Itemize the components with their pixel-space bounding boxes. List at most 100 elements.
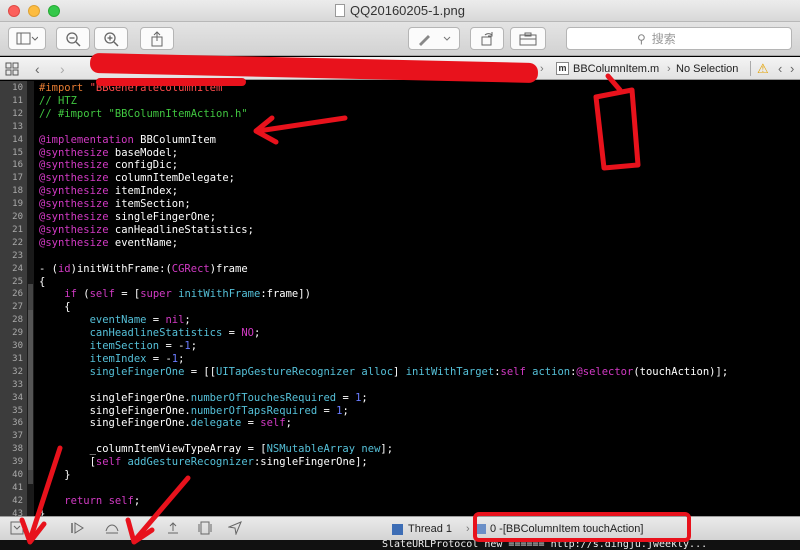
code-line[interactable]: 29 canHeadlineStatistics = NO;	[0, 327, 800, 340]
code-token: @selector	[576, 365, 634, 378]
line-number: 11	[12, 95, 23, 106]
code-line[interactable]: 12 // #import "BBColumnItemAction.h"	[0, 108, 800, 121]
related-items-button[interactable]	[5, 57, 19, 80]
next-issue-icon[interactable]: ›	[790, 57, 794, 80]
code-line[interactable]: 21 @synthesize canHeadlineStatistics;	[0, 224, 800, 237]
step-over-button[interactable]	[104, 521, 120, 537]
view-debugger-button[interactable]	[198, 521, 212, 537]
code-token: UITapGestureRecognizer	[216, 365, 356, 378]
code-token: _columnItemViewTypeArray = [	[39, 443, 267, 456]
code-text: {	[39, 301, 70, 314]
code-text: // HTZ	[39, 95, 77, 108]
code-token: ;	[178, 352, 185, 365]
rotate-button[interactable]	[470, 27, 504, 50]
rotate-icon	[481, 31, 493, 45]
code-line[interactable]: 11 // HTZ	[0, 95, 800, 108]
code-line[interactable]: 24 - (id)initWithFrame:(CGRect)frame	[0, 263, 800, 276]
code-token: @synthesize	[39, 211, 109, 223]
code-token: =	[336, 391, 356, 404]
code-text: - (id)initWithFrame:(CGRect)frame	[39, 263, 248, 276]
code-token: }	[39, 469, 71, 481]
thread-label: Thread 1	[408, 523, 453, 535]
sidebar-toggle-button[interactable]	[8, 27, 46, 50]
code-line[interactable]: 13	[0, 121, 800, 134]
window-title-text: QQ20160205-1.png	[350, 3, 465, 18]
breadcrumb-separator-icon: ›	[540, 62, 544, 75]
zoom-in-button[interactable]	[94, 27, 128, 50]
code-line[interactable]: 31 itemIndex = -1;	[0, 353, 800, 366]
back-icon[interactable]: ‹	[35, 57, 40, 80]
code-line[interactable]: 26 if (self = [super initWithFrame:frame…	[0, 288, 800, 301]
line-number: 37	[12, 431, 23, 442]
code-token: self	[108, 494, 134, 507]
code-token: singleFingerOne.	[39, 417, 191, 430]
code-line[interactable]: 23	[0, 250, 800, 263]
thread-icon	[392, 523, 403, 535]
toolbox-button[interactable]	[510, 27, 546, 50]
code-token: singleFingerOne;	[108, 211, 217, 223]
code-line[interactable]: 16 @synthesize configDic;	[0, 159, 800, 172]
code-line[interactable]: 33	[0, 379, 800, 392]
code-line[interactable]: 17 @synthesize columnItemDelegate;	[0, 172, 800, 185]
code-line[interactable]: 38 _columnItemViewTypeArray = [NSMutable…	[0, 443, 800, 456]
breadcrumb-selection[interactable]: No Selection	[676, 57, 738, 80]
code-token: itemIndex;	[108, 185, 179, 198]
code-line[interactable]: 37	[0, 430, 800, 443]
code-line[interactable]: 27 {	[0, 301, 800, 314]
code-line[interactable]: 32 singleFingerOne = [[UITapGestureRecog…	[0, 366, 800, 379]
code-token: @synthesize	[39, 159, 109, 172]
debug-area-icon	[10, 521, 24, 535]
issue-navigator-button[interactable]: ⚠	[757, 57, 769, 80]
code-line[interactable]: 30 itemSection = -1;	[0, 340, 800, 353]
code-text: [self addGestureRecognizer:singleFingerO…	[39, 456, 368, 469]
search-input[interactable]: ⚲ 搜索	[566, 27, 792, 50]
markup-button[interactable]	[408, 27, 460, 50]
code-line[interactable]: 35 singleFingerOne.numberOfTapsRequired …	[0, 405, 800, 418]
code-line[interactable]: 22 @synthesize eventName;	[0, 237, 800, 250]
code-line[interactable]: 36 singleFingerOne.delegate = self;	[0, 417, 800, 430]
code-token: (touchAction)];	[633, 365, 729, 378]
thread-breadcrumb[interactable]: Thread 1	[392, 520, 452, 538]
line-number: 30	[12, 341, 23, 351]
code-line[interactable]: 15 @synthesize baseModel;	[0, 147, 800, 160]
line-number: 12	[12, 108, 23, 119]
previous-issue-icon[interactable]: ‹	[778, 57, 782, 80]
line-number: 15	[12, 147, 23, 158]
code-token: #import	[39, 82, 90, 94]
line-number: 19	[12, 199, 23, 210]
code-line[interactable]: 18 @synthesize itemIndex;	[0, 185, 800, 198]
line-number: 40	[12, 470, 23, 480]
code-line[interactable]: 40 }	[0, 469, 800, 482]
source-editor[interactable]: 10 #import "BBGeneratecolumnItem" 11// HTZ…	[0, 81, 800, 520]
code-token: BBColumnItem	[133, 133, 217, 146]
share-button[interactable]	[140, 27, 174, 50]
toolbar: ⚲ 搜索	[0, 22, 800, 56]
line-number: 21	[12, 224, 23, 235]
code-line[interactable]: 14 @implementation BBColumnItem	[0, 134, 800, 147]
simulate-location-button[interactable]	[227, 521, 242, 537]
zoom-out-button[interactable]	[56, 27, 90, 50]
code-token: NO	[241, 327, 254, 340]
code-token: [	[39, 456, 96, 469]
code-line[interactable]: 19 @synthesize itemSection;	[0, 198, 800, 211]
line-number: 25	[12, 276, 23, 287]
continue-button[interactable]	[70, 521, 86, 537]
highlight-box	[473, 512, 691, 542]
breadcrumb-file[interactable]: m BBColumnItem.m	[556, 57, 659, 80]
line-number: 31	[12, 353, 23, 364]
code-line[interactable]: 28 eventName = nil;	[0, 314, 800, 327]
code-line[interactable]: 42 return self;	[0, 495, 800, 508]
code-line[interactable]: 20 @synthesize singleFingerOne;	[0, 211, 800, 224]
code-line[interactable]: 41	[0, 482, 800, 495]
hide-debug-area-button[interactable]	[10, 521, 24, 537]
code-line[interactable]: 39 [self addGestureRecognizer:singleFing…	[0, 456, 800, 469]
code-token: eventName	[89, 314, 147, 327]
code-token: =	[241, 417, 261, 430]
code-text: itemSection = -1;	[39, 340, 198, 353]
step-out-button[interactable]	[166, 521, 180, 537]
code-line[interactable]: 25 {	[0, 276, 800, 289]
code-line[interactable]: 34 singleFingerOne.numberOfTouchesRequir…	[0, 392, 800, 405]
forward-icon[interactable]: ›	[60, 57, 65, 80]
code-text: @synthesize itemIndex;	[39, 185, 178, 198]
